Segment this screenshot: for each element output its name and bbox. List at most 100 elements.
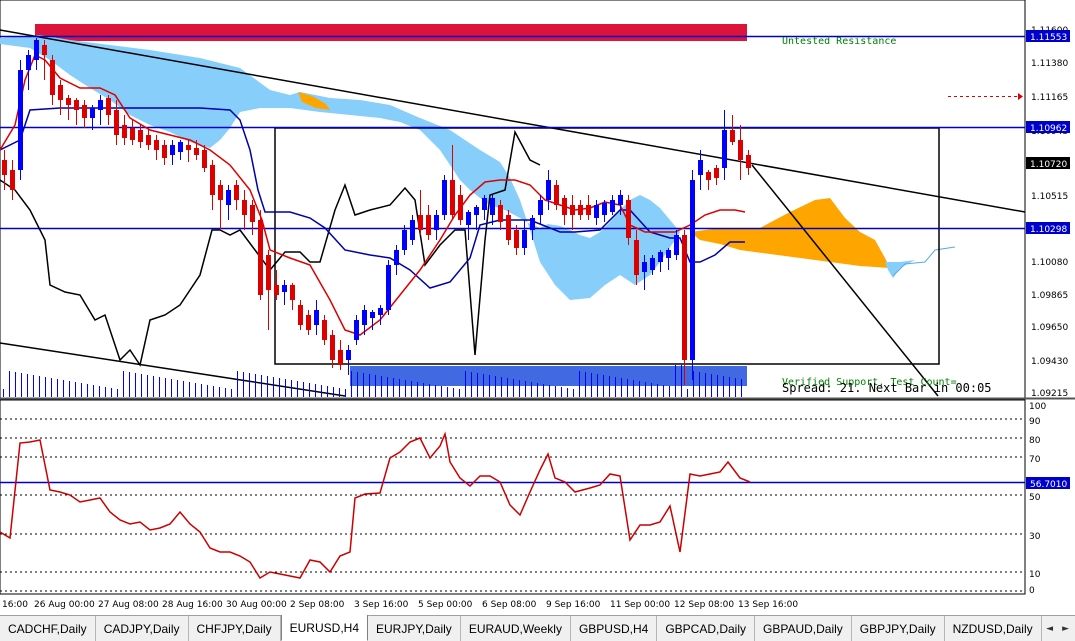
time-tick: 3 Sep 16:00 <box>354 600 409 610</box>
time-tick: 13 Sep 16:00 <box>738 600 798 610</box>
bull-candle <box>722 130 727 168</box>
bear-candle <box>682 235 687 360</box>
bear-candle <box>730 130 735 142</box>
rsi-tick: 100 <box>1029 402 1046 412</box>
tab-gbpusd-h4[interactable]: GBPUSD,H4 <box>570 616 658 641</box>
time-axis[interactable]: 16:00 26 Aug 00:00 27 Aug 08:00 28 Aug 1… <box>2 600 798 610</box>
bull-candle <box>178 142 183 152</box>
bull-candle <box>490 198 495 215</box>
tab-gbpcad-daily[interactable]: GBPCAD,Daily <box>657 616 755 641</box>
tab-gbpaud-daily[interactable]: GBPAUD,Daily <box>755 616 852 641</box>
price-tick: 1.09650 <box>1031 323 1068 333</box>
bull-candle <box>354 320 359 340</box>
rsi-value-text: 56.7010 <box>1030 480 1067 490</box>
time-tick: 26 Aug 00:00 <box>34 600 95 610</box>
bear-candle <box>290 285 295 300</box>
bear-candle <box>306 315 311 330</box>
bear-candle <box>50 60 55 95</box>
bear-candle <box>202 150 207 168</box>
bear-candle <box>338 350 343 365</box>
bear-candle <box>122 125 127 138</box>
bear-candle <box>274 285 279 295</box>
tab-scroll-right-icon[interactable]: ► <box>1058 616 1074 641</box>
rsi-tick: 50 <box>1029 493 1041 503</box>
tab-nzdusd-daily[interactable]: NZDUSD,Daily <box>944 616 1042 641</box>
price-marker-text: 1.10720 <box>1030 160 1067 170</box>
chart-canvas[interactable]: Untested Resistance Verified Support, Te… <box>0 0 1075 616</box>
bull-candle <box>226 190 231 205</box>
bear-candle <box>154 140 159 150</box>
bull-candle <box>18 70 23 170</box>
time-tick: 2 Sep 08:00 <box>290 600 345 610</box>
rsi-axis[interactable]: 100 90 80 70 50 30 10 0 56.7010 <box>1026 402 1070 596</box>
bear-candle <box>210 165 215 195</box>
time-tick: 16:00 <box>2 600 28 610</box>
tab-eurusd-h4[interactable]: EURUSD,H4 <box>280 615 368 641</box>
rsi-tick: 90 <box>1029 417 1041 427</box>
bull-candle <box>674 235 679 255</box>
bull-candle <box>434 215 439 230</box>
tab-gbpjpy-daily[interactable]: GBPJPY,Daily <box>851 616 945 641</box>
price-tick: 1.10515 <box>1031 192 1068 202</box>
bull-candle <box>602 203 607 215</box>
bear-candle <box>66 98 71 105</box>
bull-candle <box>410 220 415 240</box>
bear-candle <box>114 110 119 135</box>
price-marker-text: 1.10298 <box>1030 225 1067 235</box>
tab-cadchf-daily[interactable]: CADCHF,Daily <box>0 616 96 641</box>
bear-candle <box>554 185 559 205</box>
bear-candle <box>258 220 263 295</box>
bear-candle <box>418 215 423 230</box>
bear-candle <box>130 128 135 140</box>
bull-candle <box>666 250 671 258</box>
bear-candle <box>746 155 751 168</box>
bear-candle <box>498 205 503 222</box>
bull-candle <box>90 108 95 118</box>
tab-cadjpy-daily[interactable]: CADJPY,Daily <box>95 616 189 641</box>
bear-candle <box>586 205 591 215</box>
spread-info: Spread: 21. Next Bar in 00:05 <box>782 381 992 395</box>
price-tick: 1.09215 <box>1031 389 1068 399</box>
time-tick: 12 Sep 08:00 <box>674 600 734 610</box>
bear-candle <box>242 200 247 215</box>
bear-candle <box>634 240 639 275</box>
bear-candle <box>106 98 111 115</box>
tab-eurjpy-daily[interactable]: EURJPY,Daily <box>368 616 461 641</box>
tab-euraud-weekly[interactable]: EURAUD,Weekly <box>460 616 571 641</box>
price-tick: 1.11165 <box>1031 93 1068 103</box>
bear-candle <box>514 230 519 248</box>
bear-candle <box>298 305 303 325</box>
bear-candle <box>714 168 719 178</box>
bull-candle <box>98 100 103 110</box>
bear-candle <box>58 85 63 100</box>
bull-candle <box>394 250 399 265</box>
bull-candle <box>698 160 703 175</box>
bull-candle <box>378 308 383 315</box>
bear-candle <box>250 205 255 222</box>
untested-resistance-label: Untested Resistance <box>782 36 896 47</box>
bear-candle <box>194 148 199 155</box>
bear-candle <box>186 145 191 150</box>
tab-chfjpy-daily[interactable]: CHFJPY,Daily <box>188 616 281 641</box>
price-tick: 1.09865 <box>1031 291 1068 301</box>
time-tick: 27 Aug 08:00 <box>98 600 159 610</box>
bear-candle <box>322 320 327 340</box>
symbol-tab-bar: CADCHF,Daily CADJPY,Daily CHFJPY,Daily E… <box>0 615 1075 641</box>
rsi-tick: 30 <box>1029 532 1041 542</box>
support-zone <box>350 366 747 386</box>
bull-candle <box>282 285 287 292</box>
price-tick: 1.10080 <box>1031 258 1068 268</box>
bear-candle <box>138 130 143 142</box>
bear-candle <box>218 185 223 200</box>
tab-scroll-left-icon[interactable]: ◄ <box>1042 616 1058 641</box>
time-tick: 30 Aug 00:00 <box>226 600 287 610</box>
price-axis[interactable]: 1.11600 1.11380 1.11165 1.10945 1.10515 … <box>1026 26 1070 399</box>
bull-candle <box>442 180 447 215</box>
bear-candle <box>570 205 575 215</box>
price-tick: 1.11380 <box>1031 59 1068 69</box>
bull-candle <box>618 195 623 205</box>
bear-candle <box>458 195 463 220</box>
bull-candle <box>522 230 527 248</box>
price-marker-text: 1.11553 <box>1030 33 1067 43</box>
time-tick: 28 Aug 16:00 <box>162 600 223 610</box>
